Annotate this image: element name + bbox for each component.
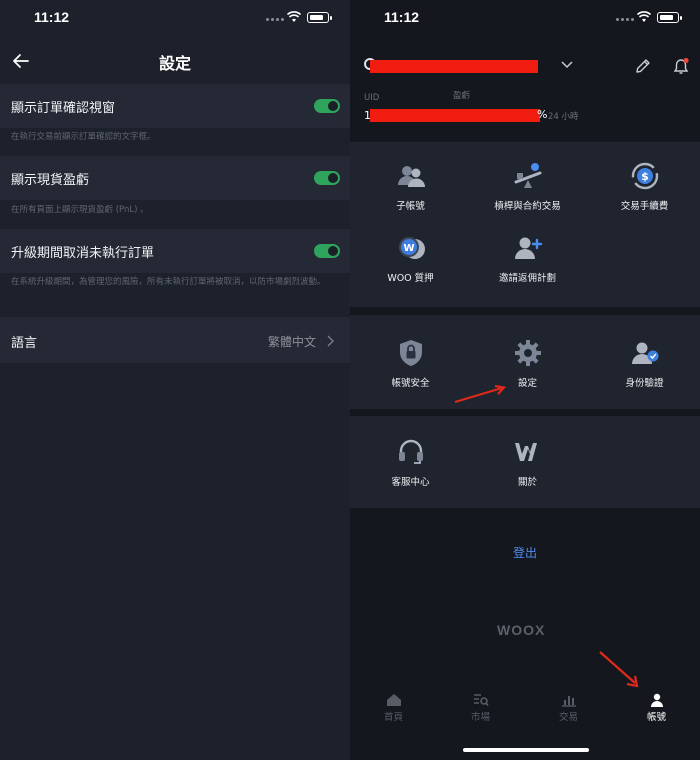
setting-language[interactable]: 語言 繁體中文: [0, 317, 350, 363]
grid-label: 子帳號: [396, 201, 425, 212]
redacted-uid-pnl: [370, 109, 540, 122]
grid-label: 客服中心: [391, 477, 430, 488]
setting-cancel-orders: 升級期間取消未執行訂單: [0, 229, 350, 273]
pnl-period: 24 小時: [548, 112, 579, 122]
grid-item-settings[interactable]: 設定: [469, 337, 586, 389]
wifi-icon: [637, 11, 651, 22]
redacted-username: [370, 60, 538, 73]
home-icon: [386, 694, 401, 706]
grid-item-leverage[interactable]: 槓桿與合約交易: [469, 160, 586, 212]
grid-item-trading-fee[interactable]: $ 交易手續費: [586, 160, 700, 212]
woo-logo-icon: [514, 443, 537, 461]
setting-label: 顯示現貨盈虧: [11, 173, 90, 188]
bottom-tab-bar: 首頁 市場 交易 帳號: [350, 690, 700, 730]
chevron-down-icon[interactable]: [560, 60, 574, 70]
trade-icon: [561, 696, 576, 707]
battery-icon: [307, 12, 332, 23]
trading-fee-icon: $: [631, 162, 658, 190]
setting-description: 在所有頁面上顯示現貨盈虧 (PnL) 。: [11, 205, 149, 215]
logout-button[interactable]: 登出: [350, 544, 700, 561]
setting-order-confirm: 顯示訂單確認視窗: [0, 84, 350, 128]
language-label: 語言: [11, 336, 38, 351]
woo-staking-icon: W: [398, 237, 425, 259]
setting-description: 在系統升級期間，為管理您的風險，所有未執行訂單將被取消，以防市場劇烈波動。: [11, 277, 326, 287]
edit-pencil-icon[interactable]: [634, 57, 652, 75]
tab-home[interactable]: 首頁: [350, 690, 437, 723]
setting-label: 升級期間取消未執行訂單: [11, 246, 155, 261]
pnl-label: 盈虧: [453, 91, 471, 101]
tab-label: 帳號: [646, 712, 666, 723]
status-bar: 11:12: [350, 0, 700, 40]
leverage-icon: [514, 163, 541, 188]
signal-icon: [266, 18, 284, 22]
home-indicator: [463, 748, 589, 752]
notification-bell-icon[interactable]: [671, 56, 691, 76]
grid-label: 設定: [517, 378, 537, 389]
status-bar: 11:12: [0, 0, 350, 40]
status-time: 11:12: [384, 9, 420, 25]
grid-label: 身份驗證: [625, 378, 664, 389]
order-confirm-toggle[interactable]: [314, 99, 340, 113]
services-section: 子帳號 槓桿與合約交易 $ 交易手續費 W WOO 質押 邀請返佣計劃: [350, 142, 700, 307]
gear-icon: [514, 340, 541, 366]
headset-icon: [398, 439, 423, 464]
woox-brand-logo: WOOX: [497, 622, 546, 638]
pnl-percent: %: [537, 108, 548, 121]
language-value: 繁體中文: [267, 335, 316, 349]
grid-label: 交易手續費: [620, 201, 669, 212]
referral-icon: [514, 237, 542, 259]
grid-item-referral[interactable]: 邀請返佣計劃: [469, 232, 586, 284]
tab-label: 交易: [558, 712, 578, 723]
support-section: 客服中心 關於: [350, 416, 700, 508]
wifi-icon: [287, 11, 301, 22]
settings-screen: 11:12 設定 顯示訂單確認視窗 在執行交易前顯示訂單確認的文字框。 顯示現貨…: [0, 0, 350, 760]
page-title: 設定: [158, 54, 191, 73]
tab-account[interactable]: 帳號: [613, 690, 700, 723]
grid-label: WOO 質押: [387, 273, 434, 284]
setting-description: 在執行交易前顯示訂單確認的文字框。: [11, 132, 156, 142]
setting-label: 顯示訂單確認視窗: [11, 101, 116, 116]
grid-item-woo-staking[interactable]: W WOO 質押: [352, 232, 469, 284]
grid-label: 關於: [517, 477, 537, 488]
grid-item-support[interactable]: 客服中心: [352, 436, 469, 488]
identity-verified-icon: [631, 342, 658, 364]
grid-label: 槓桿與合約交易: [494, 201, 561, 212]
grid-item-about[interactable]: 關於: [469, 436, 586, 488]
grid-item-account-security[interactable]: 帳號安全: [352, 337, 469, 389]
spot-pnl-toggle[interactable]: [314, 171, 340, 185]
svg-text:$: $: [641, 170, 649, 183]
security-section: 帳號安全 設定 身份驗證: [350, 315, 700, 409]
uid-label: UID: [364, 93, 380, 103]
tab-label: 首頁: [383, 712, 403, 723]
grid-item-sub-account[interactable]: 子帳號: [352, 160, 469, 212]
tab-label: 市場: [470, 712, 490, 723]
cancel-orders-toggle[interactable]: [314, 244, 340, 258]
signal-icon: [616, 18, 634, 22]
setting-spot-pnl: 顯示現貨盈虧: [0, 156, 350, 200]
grid-label: 邀請返佣計劃: [498, 273, 556, 284]
tab-market[interactable]: 市場: [437, 690, 524, 723]
status-time: 11:12: [34, 9, 70, 25]
tab-trade[interactable]: 交易: [525, 690, 612, 723]
account-icon: [650, 693, 663, 707]
market-icon: [473, 694, 489, 706]
chevron-right-icon: [327, 335, 334, 347]
sub-account-icon: [397, 166, 425, 187]
grid-item-identity[interactable]: 身份驗證: [586, 337, 700, 389]
svg-text:W: W: [403, 243, 414, 254]
shield-lock-icon: [399, 340, 422, 366]
battery-icon: [657, 12, 682, 23]
grid-label: 帳號安全: [391, 378, 430, 389]
